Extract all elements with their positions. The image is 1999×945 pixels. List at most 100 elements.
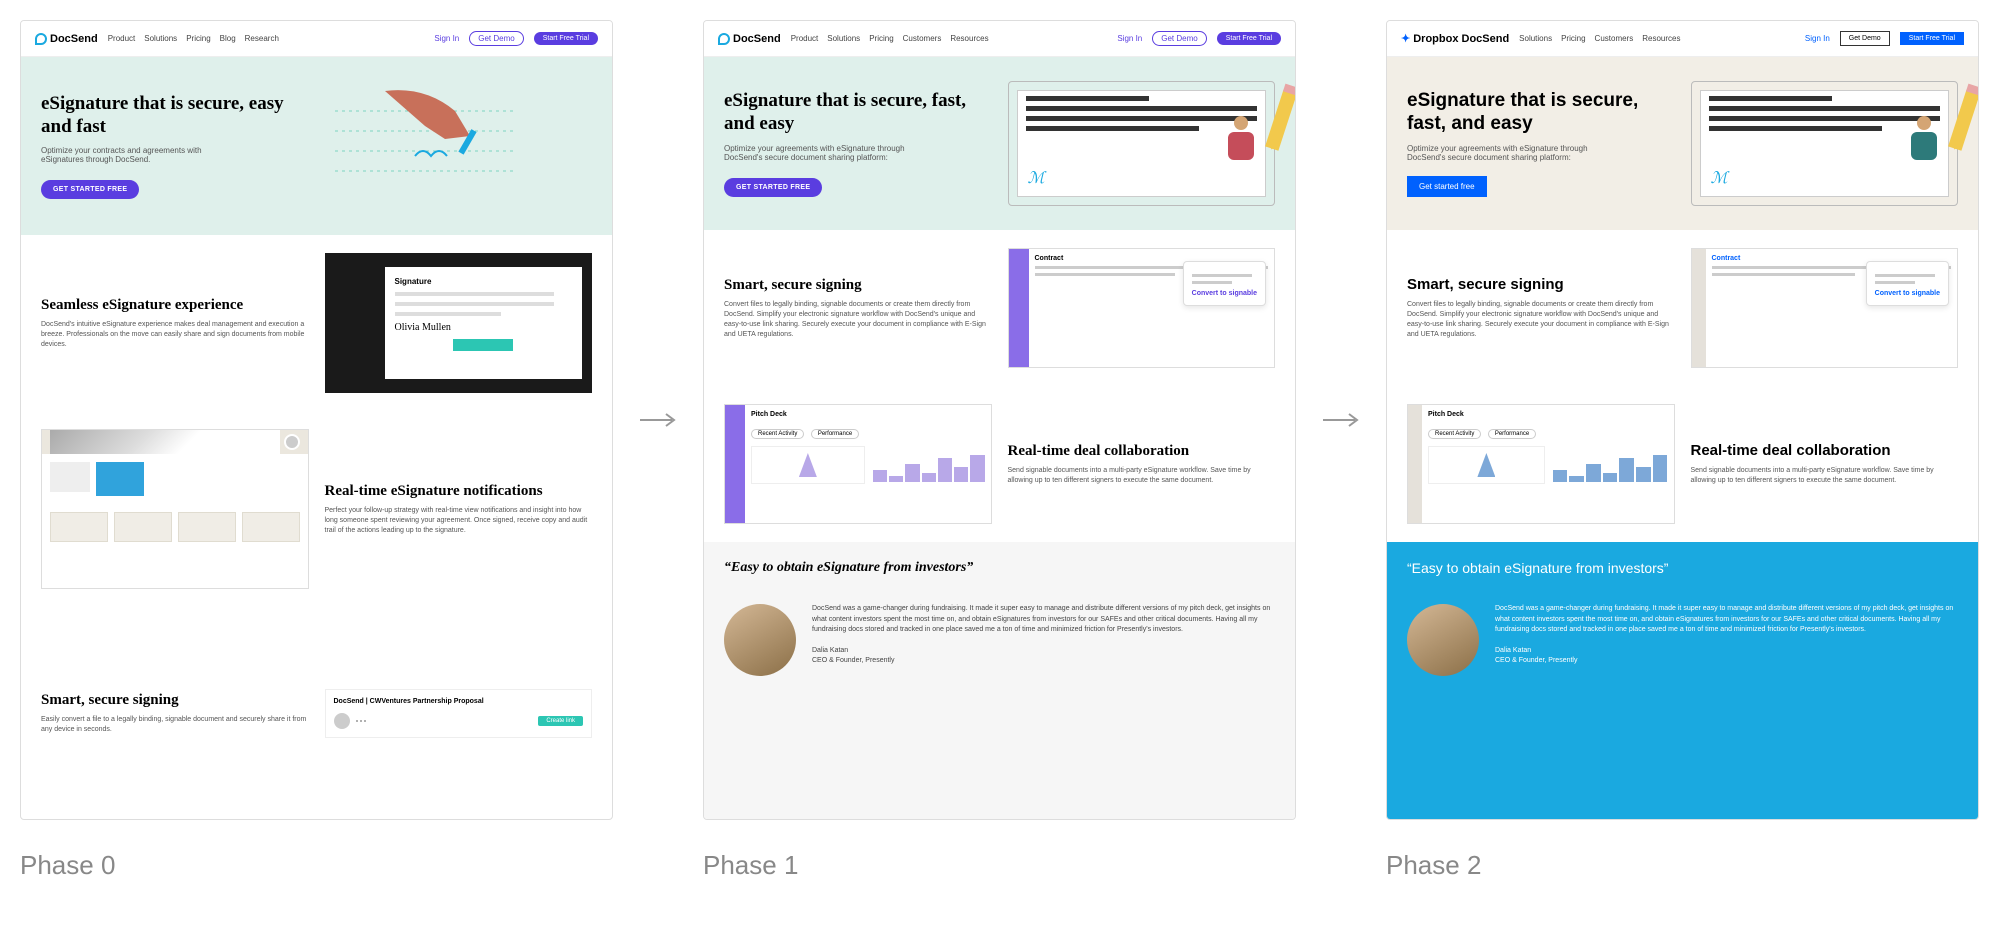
hero-illustration [325, 81, 593, 211]
sign-in-link[interactable]: Sign In [434, 34, 459, 43]
quote-body: DocSend was a game-changer during fundra… [812, 604, 1275, 636]
section-smart-secure: Smart, secure signing Easily convert a f… [21, 607, 612, 819]
browser-screenshot [41, 429, 309, 589]
nav-product[interactable]: Product [791, 34, 819, 43]
brand-logo[interactable]: DocSend [718, 33, 781, 45]
pencil-icon [1948, 89, 1979, 150]
arrow-icon [1316, 20, 1366, 820]
hero-section: eSignature that is secure, easy and fast… [21, 57, 612, 235]
section-body: Send signable documents into a multi-par… [1691, 466, 1959, 486]
nav-pricing[interactable]: Pricing [869, 34, 893, 43]
section-realtime: Real-time eSignature notifications Perfe… [21, 411, 612, 607]
phase-0-column: DocSend Product Solutions Pricing Blog R… [20, 20, 613, 881]
testimonial-section: “Easy to obtain eSignature from investor… [704, 542, 1295, 819]
start-trial-button[interactable]: Start Free Trial [1217, 32, 1281, 45]
phase-1-card: DocSend Product Solutions Pricing Custom… [703, 20, 1296, 820]
get-demo-button[interactable]: Get Demo [1152, 31, 1206, 46]
hero-section: eSignature that is secure, fast, and eas… [1387, 57, 1978, 230]
tab-performance[interactable]: Performance [1488, 429, 1536, 439]
nav-resources[interactable]: Resources [950, 34, 988, 43]
nav-links: Product Solutions Pricing Blog Research [108, 34, 279, 43]
author-avatar [724, 604, 796, 676]
section-smart-secure: Smart, secure signing Convert files to l… [1387, 230, 1978, 386]
section-seamless: Seamless eSignature experience DocSend's… [21, 235, 612, 411]
phase-label: Phase 0 [20, 850, 613, 881]
person-icon [1909, 116, 1939, 160]
nav-pricing[interactable]: Pricing [186, 34, 210, 43]
nav-bar: DocSend Product Solutions Pricing Custom… [704, 21, 1295, 57]
get-demo-button[interactable]: Get Demo [469, 31, 523, 46]
brand-logo[interactable]: DocSend [35, 33, 98, 45]
nav-research[interactable]: Research [245, 34, 279, 43]
nav-solutions[interactable]: Solutions [144, 34, 177, 43]
nav-solutions[interactable]: Solutions [1519, 34, 1552, 43]
sign-button [453, 339, 513, 351]
tab-performance[interactable]: Performance [811, 429, 859, 439]
sign-in-link[interactable]: Sign In [1117, 34, 1142, 43]
author-name: Dalia Katan [812, 646, 1275, 657]
nav-resources[interactable]: Resources [1642, 34, 1680, 43]
convert-to-signable-link[interactable]: Convert to signable [1875, 290, 1940, 297]
section-heading: Real-time deal collaboration [1691, 442, 1959, 460]
hero-heading: eSignature that is secure, easy and fast [41, 93, 309, 139]
hero-subtext: Optimize your agreements with eSignature… [1407, 144, 1607, 162]
section-body: Convert files to legally binding, signab… [724, 300, 992, 339]
app-screenshot-dark: Signature Olivia Mullen [325, 253, 593, 393]
pencil-icon [1265, 89, 1296, 150]
brand-icon [718, 33, 730, 45]
arrow-icon [633, 20, 683, 820]
cta-button[interactable]: Get started free [1407, 176, 1487, 197]
section-body: Easily convert a file to a legally bindi… [41, 715, 309, 735]
nav-bar: ✦ Dropbox DocSend Solutions Pricing Cust… [1387, 21, 1978, 57]
hero-heading: eSignature that is secure, fast, and eas… [724, 90, 992, 136]
section-heading: Seamless eSignature experience [41, 296, 309, 314]
nav-solutions[interactable]: Solutions [827, 34, 860, 43]
person-icon [1226, 116, 1256, 160]
nav-product[interactable]: Product [108, 34, 136, 43]
create-link-button[interactable]: Create link [538, 716, 583, 726]
nav-customers[interactable]: Customers [903, 34, 942, 43]
section-heading: Smart, secure signing [724, 276, 992, 294]
nav-links: Product Solutions Pricing Customers Reso… [791, 34, 989, 43]
section-body: Perfect your follow-up strategy with rea… [325, 506, 593, 535]
sign-in-link[interactable]: Sign In [1805, 34, 1830, 43]
start-trial-button[interactable]: Start Free Trial [1900, 32, 1964, 45]
section-smart-secure: Smart, secure signing Convert files to l… [704, 230, 1295, 386]
cta-button[interactable]: GET STARTED FREE [41, 180, 139, 199]
section-heading: Smart, secure signing [41, 691, 309, 709]
brand-logo[interactable]: ✦ Dropbox DocSend [1401, 32, 1509, 45]
section-body: Convert files to legally binding, signab… [1407, 300, 1675, 339]
start-trial-button[interactable]: Start Free Trial [534, 32, 598, 45]
section-heading: Real-time deal collaboration [1008, 442, 1276, 460]
nav-bar: DocSend Product Solutions Pricing Blog R… [21, 21, 612, 57]
get-demo-button[interactable]: Get Demo [1840, 31, 1890, 46]
nav-blog[interactable]: Blog [220, 34, 236, 43]
hero-illustration: ℳ [1008, 81, 1276, 206]
author-role: CEO & Founder, Presently [1495, 656, 1958, 667]
quote-heading: “Easy to obtain eSignature from investor… [724, 560, 973, 576]
phase-label: Phase 1 [703, 850, 1296, 881]
cta-button[interactable]: GET STARTED FREE [724, 178, 822, 197]
pitch-deck-screenshot: Pitch Deck Recent Activity Performance [724, 404, 992, 524]
phase-1-column: DocSend Product Solutions Pricing Custom… [703, 20, 1296, 881]
section-heading: Real-time eSignature notifications [325, 482, 593, 500]
phase-label: Phase 2 [1386, 850, 1979, 881]
section-body: DocSend's intuitive eSignature experienc… [41, 320, 309, 349]
tab-recent[interactable]: Recent Activity [1428, 429, 1481, 439]
tab-recent[interactable]: Recent Activity [751, 429, 804, 439]
nav-customers[interactable]: Customers [1595, 34, 1634, 43]
signature-icon: ℳ [1028, 168, 1043, 188]
section-realtime-collab: Pitch Deck Recent Activity Performance R… [1387, 386, 1978, 542]
phase-0-card: DocSend Product Solutions Pricing Blog R… [20, 20, 613, 820]
convert-to-signable-link[interactable]: Convert to signable [1192, 290, 1257, 297]
phase-2-column: ✦ Dropbox DocSend Solutions Pricing Cust… [1386, 20, 1979, 881]
phases-row: DocSend Product Solutions Pricing Blog R… [20, 20, 1979, 881]
nav-pricing[interactable]: Pricing [1561, 34, 1585, 43]
quote-heading: “Easy to obtain eSignature from investor… [1407, 560, 1668, 576]
author-name: Dalia Katan [1495, 646, 1958, 657]
author-role: CEO & Founder, Presently [812, 656, 1275, 667]
hero-subtext: Optimize your contracts and agreements w… [41, 146, 241, 164]
convert-screenshot: Contract Convert to signable [1691, 248, 1959, 368]
hero-heading: eSignature that is secure, fast, and eas… [1407, 90, 1675, 136]
hand-signing-illustration [325, 81, 593, 211]
